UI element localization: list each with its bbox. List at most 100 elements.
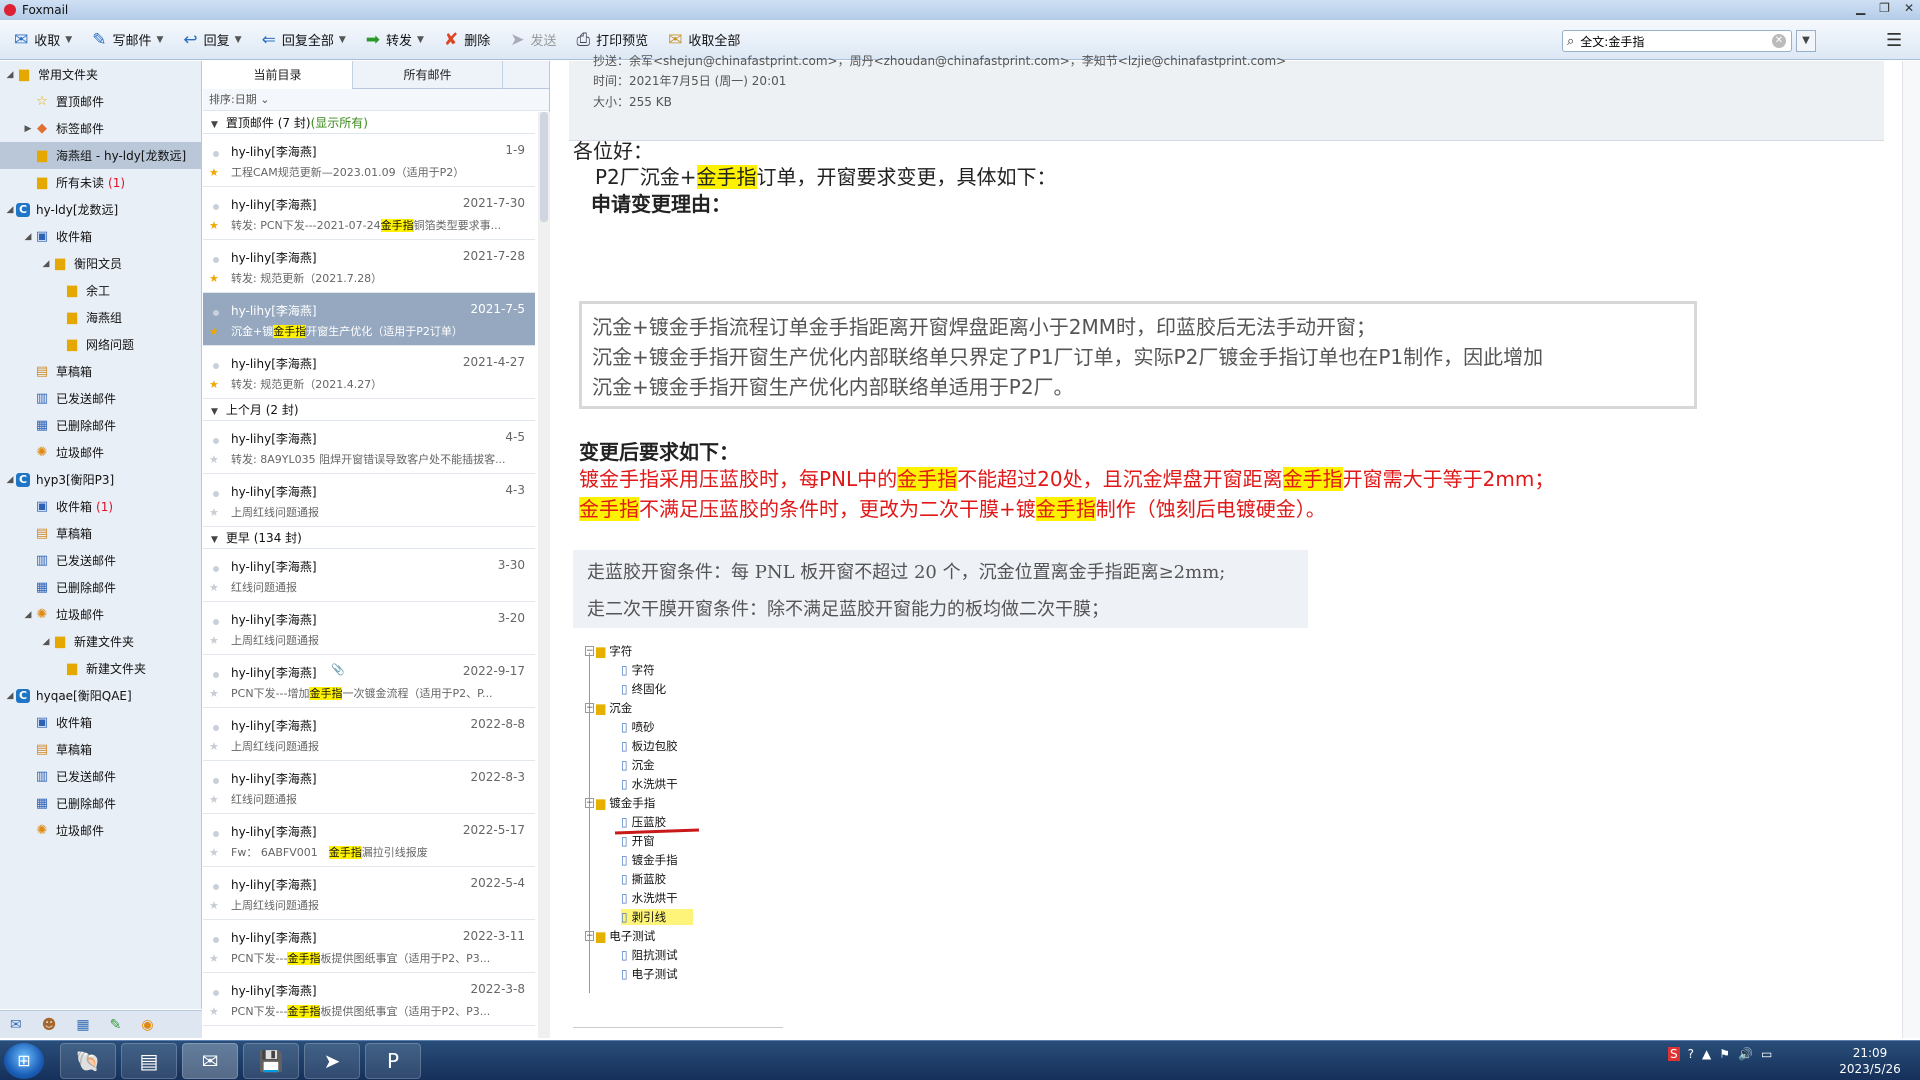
taskbar-app-p[interactable]: P (365, 1043, 421, 1079)
account-hyqae[interactable]: ◢ Chyqae[衡阳QAE] (0, 682, 201, 709)
folder-pinned[interactable]: ☆ 置顶邮件 (0, 88, 201, 115)
folder-tagged[interactable]: ▶ ◆ 标签邮件 (0, 115, 201, 142)
start-button[interactable]: ⊞ (4, 1043, 44, 1079)
receive-all-button[interactable]: ✉ 收取全部 (668, 26, 740, 54)
taskbar-app-disk[interactable]: 💾 (243, 1043, 299, 1079)
collapse-arrow-icon[interactable]: ◢ (40, 259, 52, 269)
calendar-icon[interactable]: ▦ (76, 1017, 89, 1033)
message-row[interactable]: ★ hy-lihy[李海燕] 2022-5-4 上周红线问题通报 (203, 867, 535, 920)
main-menu-icon[interactable]: ☰ (1886, 30, 1902, 51)
mail-list-scrollbar[interactable] (538, 112, 550, 1038)
folder-all-unread[interactable]: ▆ 所有未读 (1) (0, 169, 201, 196)
compose-button[interactable]: ✎ 写邮件 ▼ (92, 26, 163, 54)
star-icon[interactable]: ★ (209, 634, 219, 647)
maximize-button[interactable]: ❐ (1879, 1, 1890, 15)
search-input[interactable] (1580, 34, 1751, 48)
message-row[interactable]: ★ hy-lihy[李海燕] 3-30 红线问题通报 (203, 549, 535, 602)
folder-new-parent[interactable]: ◢ ▆ 新建文件夹 (0, 628, 201, 655)
sort-dropdown[interactable]: 排序:日期 ⌄ (203, 89, 549, 111)
network-icon[interactable]: ▭ (1761, 1047, 1772, 1061)
chevron-down-icon[interactable]: ▼ (339, 35, 346, 45)
close-button[interactable]: ✕ (1904, 1, 1914, 15)
folder-drafts[interactable]: ▤ 草稿箱 (0, 520, 201, 547)
folder-network[interactable]: ▆ 网络问题 (0, 331, 201, 358)
taskbar-app-foxmail[interactable]: ✉ (182, 1043, 238, 1079)
star-icon[interactable]: ★ (209, 687, 219, 700)
show-all-link[interactable]: (显示所有) (311, 116, 368, 130)
group-header[interactable]: ▼ 置顶邮件 (7 封)(显示所有) (203, 112, 535, 134)
message-row[interactable]: ★ hy-lihy[李海燕] 1-9 工程CAM规范更新—2023.01.09（适用于… (203, 134, 535, 187)
tab-current-folder[interactable]: 当前目录 (203, 61, 353, 89)
chevron-down-icon[interactable]: ▼ (156, 35, 163, 45)
collapse-arrow-icon[interactable]: ◢ (40, 637, 52, 647)
collapse-arrow-icon[interactable]: ◢ (4, 205, 16, 215)
folder-sent[interactable]: ▥ 已发送邮件 (0, 763, 201, 790)
input-method-icon[interactable]: S (1668, 1047, 1680, 1061)
star-icon[interactable]: ★ (209, 1005, 219, 1018)
folder-deleted[interactable]: ▦ 已删除邮件 (0, 412, 201, 439)
message-row[interactable]: ★ hy-lihy[李海燕] 2021-4-27 转发: 规范更新（2021.4.27… (203, 346, 535, 399)
rss-icon[interactable]: ◉ (141, 1017, 153, 1033)
send-button[interactable]: ➤ 发送 (510, 26, 556, 54)
group-header[interactable]: ▼ 上个月 (2 封) (203, 399, 535, 421)
clock[interactable]: 21:09 2023/5/26 (1830, 1045, 1910, 1077)
notes-icon[interactable]: ✎ (110, 1017, 122, 1033)
contacts-icon[interactable]: ☻ (42, 1017, 57, 1033)
message-row[interactable]: ★ hy-lihy[李海燕] 2022-8-8 上周红线问题通报 (203, 708, 535, 761)
message-row[interactable]: ★ hy-lihy[李海燕] 2022-3-11 PCN下发---金手指板提供图纸事宜… (203, 920, 535, 973)
reading-pane-scrollbar[interactable] (1902, 61, 1920, 1038)
star-icon[interactable]: ★ (209, 846, 219, 859)
expand-arrow-icon[interactable]: ▶ (22, 124, 34, 134)
star-icon[interactable]: ★ (209, 325, 219, 338)
delete-button[interactable]: ✘ 删除 (444, 26, 490, 54)
message-row[interactable]: ★ hy-lihy[李海燕] 2021-7-30 转发: PCN下发---2021-0… (203, 187, 535, 240)
folder-new-child[interactable]: ▆ 新建文件夹 (0, 655, 201, 682)
star-icon[interactable]: ★ (209, 219, 219, 232)
print-preview-button[interactable]: ⎙ 打印预览 (576, 26, 648, 54)
collapse-arrow-icon[interactable]: ▼ (211, 535, 218, 545)
message-row[interactable]: ★ hy-lihy[李海燕] 2022-9-17 PCN下发---增加金手指一次镀金流… (203, 655, 535, 708)
taskbar-app-seashell[interactable]: 🐚 (60, 1043, 116, 1079)
star-icon[interactable]: ★ (209, 793, 219, 806)
message-row[interactable]: ★ hy-lihy[李海燕] 2022-8-3 红线问题通报 (203, 761, 535, 814)
star-icon[interactable]: ★ (209, 740, 219, 753)
minimize-button[interactable]: ▁ (1856, 1, 1865, 15)
taskbar-app-cursor[interactable]: ➤ (304, 1043, 360, 1079)
receive-button[interactable]: ✉ 收取 ▼ (14, 26, 72, 54)
folder-inbox[interactable]: ▣ 收件箱 (1) (0, 493, 201, 520)
tray-expand-icon[interactable]: ▲ (1702, 1047, 1711, 1061)
chevron-down-icon[interactable]: ▼ (417, 35, 424, 45)
collapse-arrow-icon[interactable]: ◢ (4, 475, 16, 485)
folder-drafts[interactable]: ▤ 草稿箱 (0, 736, 201, 763)
forward-button[interactable]: ➡ 转发 ▼ (366, 26, 424, 54)
star-icon[interactable]: ★ (209, 453, 219, 466)
folder-haiyan-group[interactable]: ▆ 海燕组 (0, 304, 201, 331)
tab-all-mail[interactable]: 所有邮件 (353, 61, 503, 89)
account-hyp3[interactable]: ◢ Chyp3[衡阳P3] (0, 466, 201, 493)
scrollbar-thumb[interactable] (540, 112, 548, 222)
reply-all-button[interactable]: ⇐ 回复全部 ▼ (262, 26, 346, 54)
star-icon[interactable]: ★ (209, 272, 219, 285)
folder-yu[interactable]: ▆ 余工 (0, 277, 201, 304)
star-icon[interactable]: ★ (209, 581, 219, 594)
message-row[interactable]: ★ hy-lihy[李海燕] 4-5 转发: 8A9YL035 阻焊开窗错误导致客户处… (203, 421, 535, 474)
folder-junk[interactable]: ✺ 垃圾邮件 (0, 817, 201, 844)
star-icon[interactable]: ★ (209, 506, 219, 519)
message-row[interactable]: ★ hy-lihy[李海燕] 2022-3-8 PCN下发---金手指板提供图纸事宜（… (203, 973, 535, 1026)
message-row[interactable]: ★ hy-lihy[李海燕] 2021-7-28 转发: 规范更新（2021.7.28… (203, 240, 535, 293)
search-options-button[interactable]: ▼ (1796, 30, 1816, 52)
collapse-arrow-icon[interactable]: ▼ (211, 407, 218, 417)
folder-drafts[interactable]: ▤ 草稿箱 (0, 358, 201, 385)
folder-inbox[interactable]: ◢ ▣ 收件箱 (0, 223, 201, 250)
star-icon[interactable]: ★ (209, 378, 219, 391)
reply-button[interactable]: ↩ 回复 ▼ (183, 26, 241, 54)
folder-haiyan-search[interactable]: ▆ 海燕组 - hy-ldy[龙数远] (0, 142, 201, 169)
folder-junk[interactable]: ◢ ✺ 垃圾邮件 (0, 601, 201, 628)
message-row[interactable]: ★ hy-lihy[李海燕] 2022-5-17 Fw： 6ABFV001 金手指漏拉… (203, 814, 535, 867)
clear-search-icon[interactable]: ✕ (1772, 34, 1786, 48)
folder-sent[interactable]: ▥ 已发送邮件 (0, 385, 201, 412)
folder-deleted[interactable]: ▦ 已删除邮件 (0, 790, 201, 817)
chevron-down-icon[interactable]: ▼ (235, 35, 242, 45)
star-icon[interactable]: ★ (209, 952, 219, 965)
collapse-arrow-icon[interactable]: ◢ (4, 70, 16, 80)
